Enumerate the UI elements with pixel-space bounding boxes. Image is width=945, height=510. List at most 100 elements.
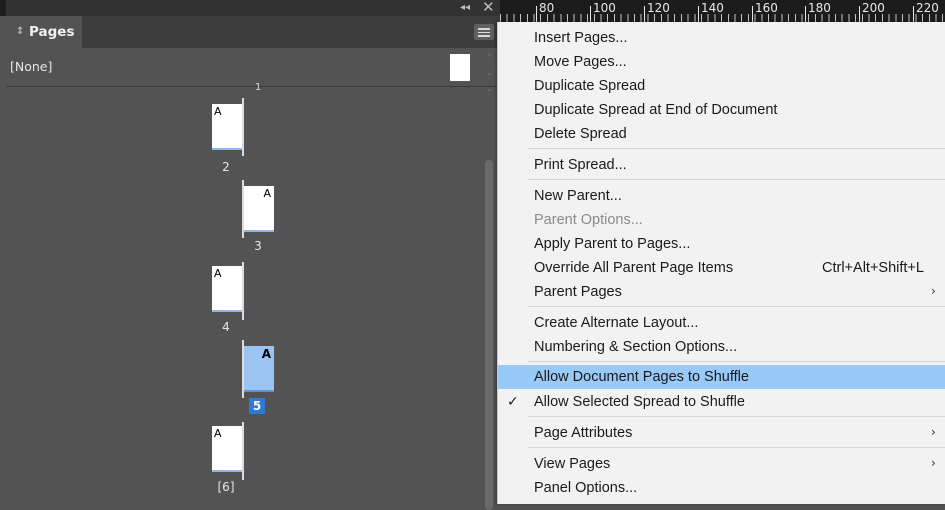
menu-item-label: Numbering & Section Options... (534, 339, 738, 355)
menu-item-label: Parent Options... (534, 212, 643, 228)
menu-item-label: Duplicate Spread (534, 78, 646, 94)
panel-tab-bar: ⇕ Pages (6, 16, 500, 48)
parent-marker: A (214, 267, 222, 280)
menu-separator (528, 361, 945, 362)
page-number-3: 3 (254, 239, 262, 253)
menu-item-label: Move Pages... (534, 54, 627, 70)
menu-item-new-parent[interactable]: New Parent... (498, 184, 945, 208)
page-number-2: 2 (222, 160, 230, 174)
scrollbar-thumb[interactable] (485, 160, 493, 510)
ruler-label: 140 (701, 1, 724, 15)
menu-separator (528, 179, 945, 180)
menu-item-create-alternate-layout[interactable]: Create Alternate Layout... (498, 311, 945, 335)
parent-scrollbar[interactable]: ⌃ ⌄ (482, 50, 496, 84)
hamburger-icon-line (478, 31, 490, 34)
scroll-up-icon[interactable]: ⌃ (485, 54, 493, 64)
menu-item-numbering-section[interactable]: Numbering & Section Options... (498, 335, 945, 359)
menu-item-print-spread[interactable]: Print Spread... (498, 153, 945, 177)
horizontal-ruler[interactable]: 80 100 120 140 160 180 200 220 (500, 0, 945, 22)
page-thumbnail-4[interactable]: A (212, 266, 242, 310)
menu-item-label: Insert Pages... (534, 30, 628, 46)
parent-marker: A (261, 347, 271, 361)
tab-pages[interactable]: ⇕ Pages (6, 16, 82, 48)
submenu-arrow-icon: › (931, 284, 936, 298)
tab-pages-label: Pages (29, 24, 75, 40)
spread-spine (242, 98, 244, 156)
pages-scrollbar[interactable]: ⌃ (482, 88, 496, 510)
hamburger-icon-line (478, 35, 490, 37)
parent-marker: A (214, 105, 222, 118)
page-thumbnail-3[interactable]: A (244, 186, 274, 230)
menu-item-label: Apply Parent to Pages... (534, 236, 691, 252)
menu-item-label: Create Alternate Layout... (534, 315, 699, 331)
scroll-down-icon[interactable]: ⌄ (485, 68, 493, 78)
menu-item-move-pages[interactable]: Move Pages... (498, 50, 945, 74)
page-thumbnail-2[interactable]: A (212, 104, 242, 148)
parent-page-thumbnail[interactable] (450, 54, 470, 81)
panel-edge (0, 0, 6, 16)
spread-spine (242, 262, 244, 320)
menu-item-label: Panel Options... (534, 480, 638, 496)
menu-item-insert-pages[interactable]: Insert Pages... (498, 26, 945, 50)
page-number-6: [6] (217, 480, 235, 494)
panel-menu-button[interactable] (474, 24, 494, 40)
menu-item-override-parent-items[interactable]: Override All Parent Page Items Ctrl+Alt+… (498, 256, 945, 280)
ruler-major-tick (805, 6, 806, 22)
menu-item-label: Parent Pages (534, 284, 622, 300)
page-number-5: 5 (249, 398, 265, 414)
submenu-arrow-icon: › (931, 456, 936, 470)
ruler-label: 180 (808, 1, 831, 15)
parent-marker: A (263, 187, 271, 200)
checkmark-icon: ✓ (507, 394, 519, 410)
ruler-label: 80 (539, 1, 555, 15)
menu-item-label: View Pages (534, 456, 611, 472)
menu-item-apply-parent[interactable]: Apply Parent to Pages... (498, 232, 945, 256)
menu-item-parent-pages[interactable]: Parent Pages › (498, 280, 945, 304)
ruler-label: 120 (647, 1, 670, 15)
menu-item-label: Page Attributes (534, 425, 633, 441)
ruler-label: 160 (755, 1, 778, 15)
menu-item-delete-spread[interactable]: Delete Spread (498, 122, 945, 146)
parent-none-item[interactable]: [None] (10, 59, 52, 75)
menu-item-label: Allow Document Pages to Shuffle (534, 369, 749, 385)
close-icon[interactable]: ✕ (482, 0, 495, 15)
ruler-label: 200 (862, 1, 885, 15)
collapse-panel-icon[interactable]: ◂◂ (460, 0, 470, 15)
menu-item-label: Print Spread... (534, 157, 627, 173)
ruler-major-tick (752, 6, 753, 22)
menu-item-label: Duplicate Spread at End of Document (534, 102, 778, 118)
parent-pages-section: [None] (6, 48, 482, 86)
ruler-label: 220 (916, 1, 939, 15)
ruler-label: 100 (593, 1, 616, 15)
parent-marker: A (214, 427, 222, 440)
submenu-arrow-icon: › (931, 425, 936, 439)
menu-item-parent-options: Parent Options... (498, 208, 945, 232)
pages-panel: ◂◂ ✕ ⇕ Pages [None] ⌃ ⌄ 1 A 2 A 3 A 4 A (0, 0, 500, 510)
menu-separator (528, 148, 945, 149)
menu-item-allow-spread-shuffle[interactable]: ✓ Allow Selected Spread to Shuffle (498, 390, 945, 414)
section-divider[interactable] (6, 86, 496, 87)
page-thumbnail-6[interactable]: A (212, 426, 242, 470)
ruler-major-tick (590, 6, 591, 22)
menu-item-page-attributes[interactable]: Page Attributes › (498, 421, 945, 445)
menu-separator (528, 447, 945, 448)
menu-item-panel-options[interactable]: Panel Options... (498, 476, 945, 500)
menu-item-label: New Parent... (534, 188, 622, 204)
menu-separator (528, 306, 945, 307)
menu-item-duplicate-spread[interactable]: Duplicate Spread (498, 74, 945, 98)
page-thumbnail-5-selected[interactable]: A (244, 346, 274, 390)
tab-options-icon: ⇕ (16, 26, 25, 37)
ruler-major-tick (644, 6, 645, 22)
menu-item-label: Allow Selected Spread to Shuffle (534, 394, 745, 410)
menu-item-view-pages[interactable]: View Pages › (498, 452, 945, 476)
menu-item-label: Delete Spread (534, 126, 627, 142)
menu-item-allow-document-shuffle[interactable]: Allow Document Pages to Shuffle (498, 365, 945, 389)
menu-item-duplicate-spread-end[interactable]: Duplicate Spread at End of Document (498, 98, 945, 122)
page-1-indicator: 1 (255, 82, 262, 93)
panel-top-strip: ◂◂ ✕ (0, 0, 500, 16)
panel-context-menu: Insert Pages... Move Pages... Duplicate … (497, 22, 945, 504)
ruler-major-tick (859, 6, 860, 22)
ruler-major-tick (536, 6, 537, 22)
scroll-up-icon[interactable]: ⌃ (485, 88, 493, 99)
ruler-ticks (500, 14, 945, 22)
